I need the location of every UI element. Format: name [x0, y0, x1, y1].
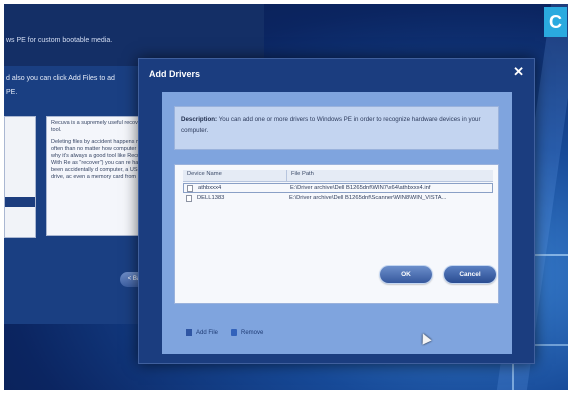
description-box: Description: You can add one or more dri…	[174, 106, 499, 150]
table-row[interactable]: athbxxx4 E:\Driver archive\Dell B1265dnf…	[183, 183, 493, 193]
driver-file-icon	[186, 195, 192, 202]
wizard-instruction: d also you can click Add Files to ad	[6, 75, 115, 82]
remove-button[interactable]: Remove	[231, 329, 263, 336]
remove-icon	[231, 329, 237, 336]
add-file-label: Add File	[196, 330, 219, 337]
dialog-body: Description: You can add one or more dri…	[162, 92, 512, 354]
description-label: Description:	[181, 116, 218, 123]
wizard-list[interactable]	[4, 116, 36, 238]
wizard-header-text: ws PE for custom bootable media.	[6, 37, 113, 44]
column-header-file-path[interactable]: File Path	[291, 171, 314, 177]
table-header: Device Name File Path	[183, 170, 493, 182]
ok-button[interactable]: OK	[380, 266, 432, 283]
table-row[interactable]: DELL1383 E:\Driver archive\Dell B1265dnf…	[183, 194, 493, 204]
wizard-description-paragraph: Recuva is a supremely useful recovery to…	[51, 120, 146, 133]
column-divider[interactable]	[286, 170, 287, 181]
add-file-button[interactable]: Add File	[186, 329, 218, 336]
remove-label: Remove	[241, 330, 264, 337]
wizard-header: ws PE for custom bootable media.	[4, 4, 264, 66]
wizard-description-paragraph: Deleting files by accident happens more …	[51, 139, 149, 180]
column-header-device-name[interactable]: Device Name	[187, 171, 222, 177]
file-path-cell: E:\Driver archive\Dell B1265dnf\Scanner\…	[289, 195, 447, 201]
wizard-instruction-cont: PE.	[6, 89, 18, 96]
add-file-icon	[186, 329, 192, 336]
driver-file-icon	[187, 185, 193, 192]
file-path-cell: E:\Driver archive\Dell B1265dnf\WIN7\x64…	[290, 185, 431, 191]
device-name-cell: DELL1383	[197, 195, 225, 201]
drivers-table[interactable]: Device Name File Path athbxxx4 E:\Driver…	[174, 164, 499, 304]
cancel-button[interactable]: Cancel	[444, 266, 496, 283]
description-text: You can add one or more drivers to Windo…	[181, 116, 481, 134]
wizard-list-selected-item[interactable]	[5, 197, 35, 207]
device-name-cell: athbxxx4	[198, 185, 222, 191]
close-icon[interactable]: ✕	[513, 64, 524, 80]
dialog-title: Add Drivers	[149, 69, 201, 79]
section-badge: C	[544, 7, 567, 37]
add-drivers-dialog: Add Drivers ✕ Description: You can add o…	[138, 58, 535, 364]
